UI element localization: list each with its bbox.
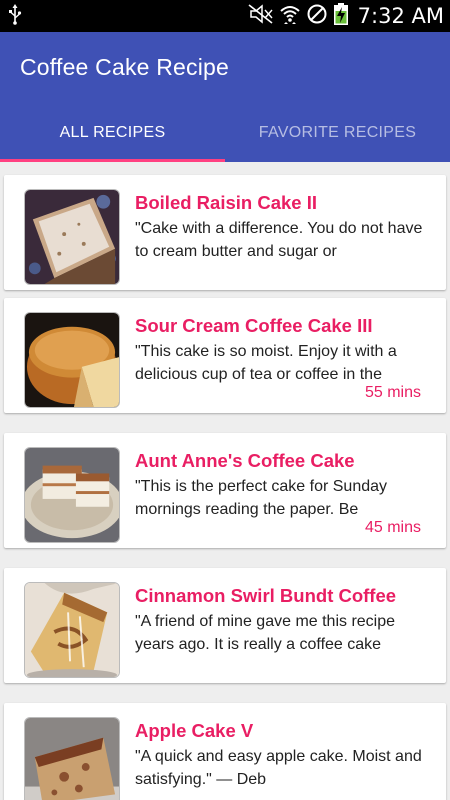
recipe-thumbnail xyxy=(24,582,120,678)
recipe-title: Boiled Raisin Cake II xyxy=(135,192,317,213)
recipe-card[interactable]: Apple Cake V "A quick and easy apple cak… xyxy=(4,703,446,800)
recipe-title: Cinnamon Swirl Bundt Coffee xyxy=(135,585,397,606)
battery-charging-icon xyxy=(333,2,349,30)
status-time: 7:32 AM xyxy=(357,4,444,28)
recipe-list[interactable]: Boiled Raisin Cake II "Cake with a diffe… xyxy=(0,162,450,800)
tab-all-recipes[interactable]: ALL RECIPES xyxy=(0,104,225,162)
recipe-thumbnail xyxy=(24,312,120,408)
recipe-card[interactable]: Cinnamon Swirl Bundt Coffee "A friend of… xyxy=(4,568,446,683)
recipe-card[interactable]: Aunt Anne's Coffee Cake "This is the per… xyxy=(4,433,446,548)
recipe-description: "Cake with a difference. You do not have… xyxy=(135,220,423,260)
recipe-time: 55 mins xyxy=(364,384,421,401)
no-sim-icon xyxy=(306,3,328,29)
recipe-description: "A quick and easy apple cake. Moist and … xyxy=(135,748,422,788)
recipe-card[interactable]: Sour Cream Coffee Cake III "This cake is… xyxy=(4,298,446,413)
mute-icon xyxy=(248,3,274,29)
app-bar: Coffee Cake Recipe ALL RECIPES FAVORITE … xyxy=(0,32,450,162)
wifi-icon xyxy=(279,3,301,29)
recipe-time: 45 mins xyxy=(364,519,421,536)
status-bar: 7:32 AM xyxy=(0,0,450,32)
tab-favorite-recipes[interactable]: FAVORITE RECIPES xyxy=(225,104,450,162)
recipe-thumbnail xyxy=(24,189,120,285)
recipe-title: Apple Cake V xyxy=(135,720,254,741)
recipe-title: Sour Cream Coffee Cake III xyxy=(135,315,373,336)
recipe-thumbnail xyxy=(24,447,120,543)
usb-icon xyxy=(8,3,22,29)
recipe-description: "This cake is so moist. Enjoy it with a … xyxy=(135,343,397,383)
recipe-description: "A friend of mine gave me this recipe ye… xyxy=(135,613,396,653)
recipe-thumbnail xyxy=(24,717,120,800)
recipe-card[interactable]: Boiled Raisin Cake II "Cake with a diffe… xyxy=(4,175,446,290)
recipe-description: "This is the perfect cake for Sunday mor… xyxy=(135,478,388,518)
app-title: Coffee Cake Recipe xyxy=(20,54,230,80)
recipe-title: Aunt Anne's Coffee Cake xyxy=(135,450,355,471)
tab-bar: ALL RECIPES FAVORITE RECIPES xyxy=(0,104,450,162)
